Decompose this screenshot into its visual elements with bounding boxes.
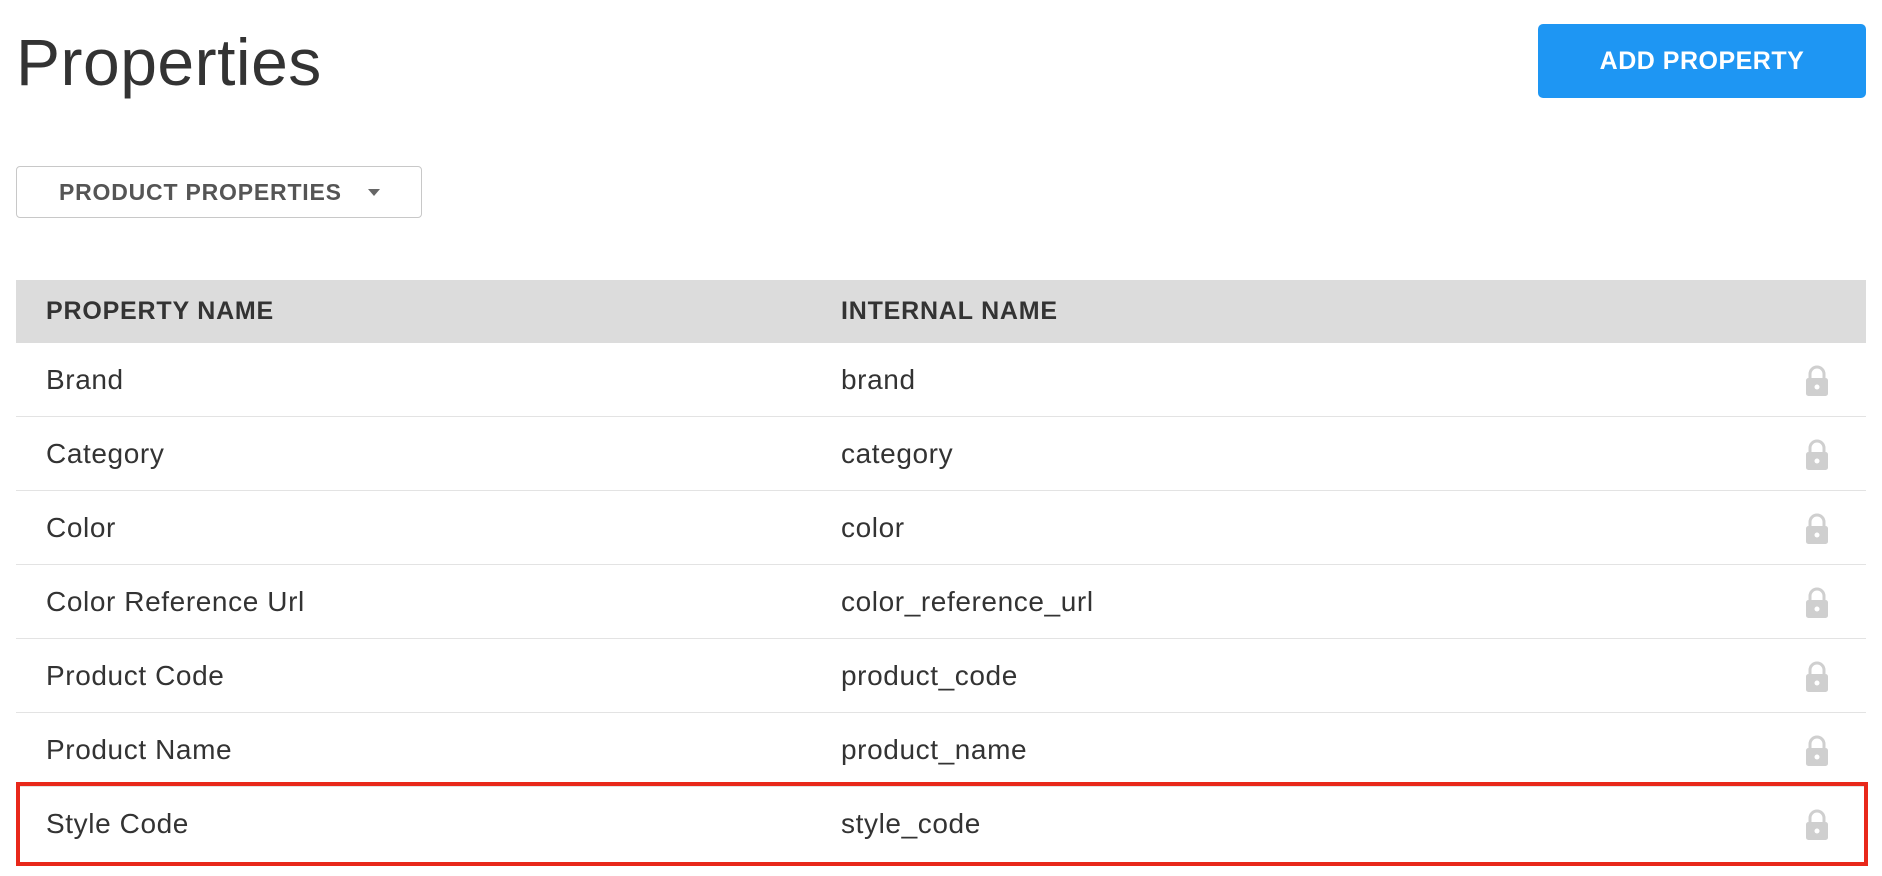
lock-icon	[1806, 365, 1828, 396]
table-row[interactable]: Product Code product_code	[16, 639, 1866, 713]
table-row[interactable]: Brand brand	[16, 343, 1866, 417]
lock-icon	[1806, 809, 1828, 840]
table-header: PROPERTY NAME INTERNAL NAME	[16, 280, 1866, 343]
internal-name-cell: brand	[841, 364, 916, 395]
lock-icon	[1806, 439, 1828, 470]
dropdown-selected-label: PRODUCT PROPERTIES	[59, 178, 342, 205]
property-name-cell: Brand	[46, 364, 124, 395]
internal-name-cell: style_code	[841, 808, 981, 839]
lock-icon	[1806, 587, 1828, 618]
property-name-cell: Color	[46, 512, 116, 543]
internal-name-cell: category	[841, 438, 954, 469]
internal-name-cell: color	[841, 512, 905, 543]
property-type-dropdown[interactable]: PRODUCT PROPERTIES	[16, 166, 422, 218]
properties-page: Properties ADD PROPERTY PRODUCT PROPERTI…	[0, 0, 1882, 876]
property-name-cell: Product Name	[46, 734, 233, 765]
lock-icon	[1806, 661, 1828, 692]
add-property-button[interactable]: ADD PROPERTY	[1538, 24, 1866, 98]
column-header-internal-name[interactable]: INTERNAL NAME	[841, 297, 1058, 326]
table-row[interactable]: Color Reference Url color_reference_url	[16, 565, 1866, 639]
property-name-cell: Style Code	[46, 808, 189, 839]
table-row[interactable]: Style Code style_code	[16, 787, 1866, 861]
table-row[interactable]: Product Name product_name	[16, 713, 1866, 787]
property-name-cell: Category	[46, 438, 165, 469]
property-name-cell: Color Reference Url	[46, 586, 305, 617]
property-name-cell: Product Code	[46, 660, 225, 691]
table-row[interactable]: Color color	[16, 491, 1866, 565]
properties-table: PROPERTY NAME INTERNAL NAME Brand brand …	[16, 280, 1866, 861]
internal-name-cell: product_name	[841, 734, 1028, 765]
column-header-property-name[interactable]: PROPERTY NAME	[46, 297, 274, 326]
lock-icon	[1806, 735, 1828, 766]
internal-name-cell: color_reference_url	[841, 586, 1094, 617]
page-title: Properties	[16, 25, 322, 99]
lock-icon	[1806, 513, 1828, 544]
table-row[interactable]: Category category	[16, 417, 1866, 491]
caret-down-icon	[367, 188, 380, 196]
internal-name-cell: product_code	[841, 660, 1018, 691]
